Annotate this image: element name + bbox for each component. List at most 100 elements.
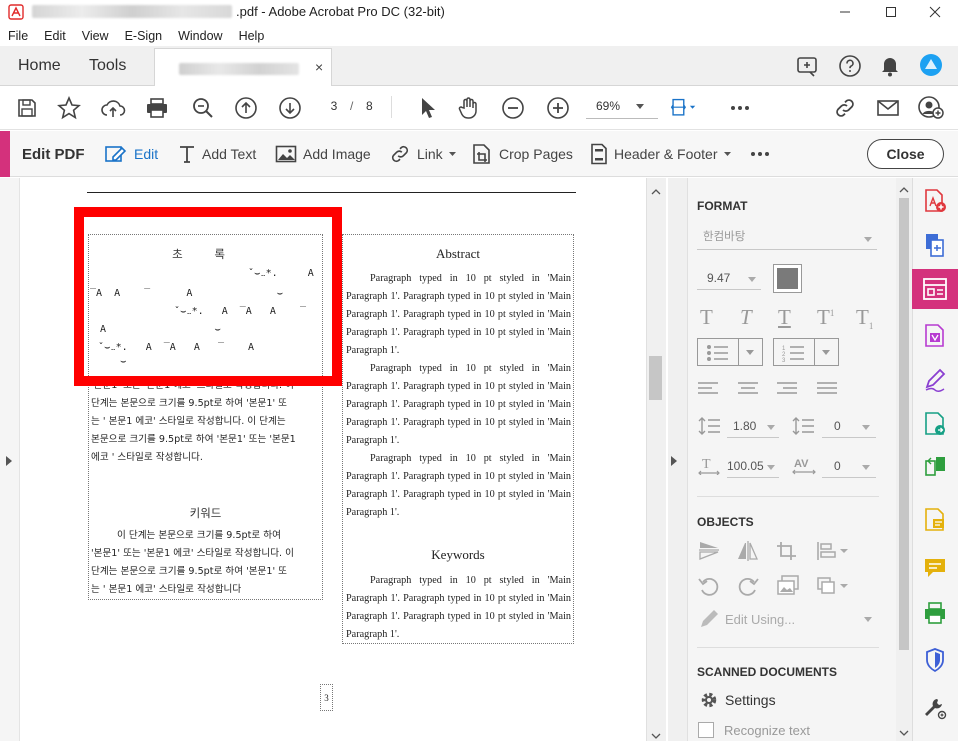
collapse-panel-icon[interactable] xyxy=(671,456,677,466)
text-style-superscript-icon[interactable]: T1 xyxy=(817,305,834,330)
combine-files-tool[interactable] xyxy=(912,225,958,265)
replace-image-icon[interactable] xyxy=(776,574,800,596)
recognize-text-checkbox[interactable] xyxy=(698,722,714,738)
menu-edit[interactable]: Edit xyxy=(44,26,74,46)
menu-help[interactable]: Help xyxy=(239,26,273,46)
close-edit-button[interactable]: Close xyxy=(867,139,944,169)
save-icon[interactable] xyxy=(14,95,40,121)
print-icon[interactable] xyxy=(144,95,170,121)
share-link-icon[interactable] xyxy=(832,95,858,121)
text-style-underline-icon[interactable]: T xyxy=(778,305,791,330)
email-icon[interactable] xyxy=(875,95,901,121)
minimize-button[interactable] xyxy=(822,0,868,24)
tab-home[interactable]: Home xyxy=(18,46,61,86)
abstract-paragraph: Paragraph typed in 10 pt styled in 'Main… xyxy=(346,273,571,356)
tab-close-icon[interactable]: × xyxy=(315,59,323,75)
share-screen-icon[interactable] xyxy=(796,55,820,77)
text-style-subscript-icon[interactable]: T1 xyxy=(856,305,873,331)
flip-vertical-icon[interactable] xyxy=(698,541,720,561)
align-right-icon[interactable] xyxy=(777,381,797,397)
chevron-down-icon[interactable] xyxy=(864,237,872,242)
recognize-text-label[interactable]: Recognize text xyxy=(724,723,810,738)
print-production-tool[interactable] xyxy=(912,594,958,634)
document-scrollbar[interactable] xyxy=(646,178,666,741)
settings-gear-icon[interactable] xyxy=(699,690,719,710)
rotate-right-icon[interactable] xyxy=(737,576,759,596)
panel-scroll-up-icon[interactable] xyxy=(899,187,909,193)
fit-page-icon[interactable] xyxy=(670,95,696,121)
next-page-icon[interactable] xyxy=(277,95,303,121)
previous-page-icon[interactable] xyxy=(233,95,259,121)
maximize-button[interactable] xyxy=(868,0,914,24)
create-pdf-tool[interactable] xyxy=(912,181,958,221)
zoom-in-icon[interactable] xyxy=(545,95,571,121)
align-left-icon[interactable] xyxy=(698,381,718,397)
hand-tool-icon[interactable] xyxy=(456,95,482,121)
chevron-down-icon[interactable] xyxy=(748,277,756,282)
align-center-icon[interactable] xyxy=(738,381,758,397)
flip-horizontal-icon[interactable] xyxy=(737,541,759,561)
font-color-swatch[interactable] xyxy=(773,264,802,293)
add-text-button[interactable]: Add Text xyxy=(178,143,256,165)
menu-esign[interactable]: E-Sign xyxy=(125,26,171,46)
scroll-down-icon[interactable] xyxy=(651,733,661,739)
upload-cloud-icon[interactable] xyxy=(100,95,126,121)
page-number-input[interactable]: 3 xyxy=(320,94,348,118)
expand-left-panel-icon[interactable] xyxy=(6,456,12,466)
crop-pages-button[interactable]: Crop Pages xyxy=(471,143,573,165)
help-icon[interactable] xyxy=(838,54,862,78)
add-image-button[interactable]: Add Image xyxy=(275,143,371,165)
add-user-icon[interactable] xyxy=(918,95,944,121)
chevron-down-icon[interactable] xyxy=(767,465,775,470)
close-window-button[interactable] xyxy=(912,0,958,24)
bulleted-list-button[interactable] xyxy=(697,338,763,366)
crop-image-icon[interactable] xyxy=(776,541,798,561)
rotate-left-icon[interactable] xyxy=(698,576,720,596)
panel-scroll-thumb[interactable] xyxy=(899,198,909,650)
chevron-down-icon[interactable] xyxy=(862,425,870,430)
link-button[interactable]: Link xyxy=(389,143,456,165)
text-style-italic-icon[interactable]: T xyxy=(740,305,752,330)
text-style-bold-icon[interactable]: T xyxy=(700,305,713,330)
zoom-dropdown-icon[interactable] xyxy=(636,104,644,109)
select-cursor-icon[interactable] xyxy=(414,95,440,121)
header-footer-button[interactable]: Header & Footer xyxy=(590,143,731,165)
organize-pages-tool[interactable] xyxy=(912,448,958,488)
edit-tool-button[interactable]: Edit xyxy=(104,143,158,165)
zoom-search-icon[interactable] xyxy=(190,95,216,121)
comment-notes-tool[interactable] xyxy=(912,500,958,540)
settings-label[interactable]: Settings xyxy=(725,692,776,708)
account-avatar-icon[interactable] xyxy=(919,53,943,77)
align-justify-icon[interactable] xyxy=(817,381,837,397)
edit-using-label[interactable]: Edit Using... xyxy=(725,612,795,627)
font-family-select[interactable]: 한컴바탕 xyxy=(697,228,877,250)
scroll-up-icon[interactable] xyxy=(651,189,661,195)
document-scroll-thumb[interactable] xyxy=(649,356,662,400)
menu-file[interactable]: File xyxy=(8,26,36,46)
export-pdf-tool[interactable] xyxy=(912,316,958,356)
share-pdf-tool[interactable] xyxy=(912,404,958,444)
tab-tools[interactable]: Tools xyxy=(89,46,126,86)
fill-sign-tool[interactable] xyxy=(912,360,958,400)
protect-tool[interactable] xyxy=(912,640,958,680)
chevron-down-icon[interactable] xyxy=(767,425,775,430)
korean-abstract-body: '본문1' 또는 '본문1 에코' 스타일로 작성합니다. 이 단계는 본문으로… xyxy=(91,377,320,467)
bookmark-star-icon[interactable] xyxy=(56,95,82,121)
comment-tool[interactable] xyxy=(912,548,958,588)
panel-scroll-down-icon[interactable] xyxy=(899,730,909,736)
tab-document[interactable]: × xyxy=(154,48,332,87)
edit-more-button[interactable] xyxy=(750,143,770,165)
chevron-down-icon[interactable] xyxy=(862,465,870,470)
zoom-out-icon[interactable] xyxy=(500,95,526,121)
edit-pdf-tool[interactable] xyxy=(912,269,958,309)
arrange-objects-icon[interactable] xyxy=(816,576,850,596)
menu-view[interactable]: View xyxy=(82,26,117,46)
numbered-list-button[interactable]: 123 xyxy=(773,338,839,366)
more-tools-icon[interactable] xyxy=(727,95,753,121)
customize-tools[interactable] xyxy=(912,688,958,728)
align-objects-icon[interactable] xyxy=(816,541,850,561)
notifications-bell-icon[interactable] xyxy=(880,55,900,77)
menu-window[interactable]: Window xyxy=(178,26,230,46)
zoom-level-value: 69% xyxy=(596,99,621,113)
chevron-down-icon[interactable] xyxy=(864,617,872,622)
